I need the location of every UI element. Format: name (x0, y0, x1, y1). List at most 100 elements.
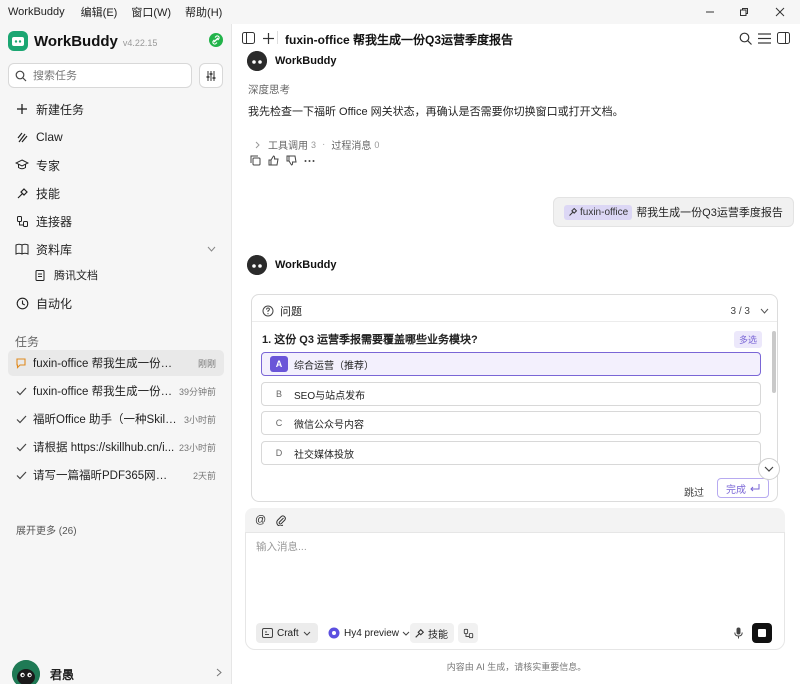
menu-window[interactable]: 窗口(W) (131, 4, 171, 20)
assistant-header: WorkBuddy (247, 51, 337, 71)
thumbs-down-icon[interactable] (286, 155, 297, 166)
nav-label: 专家 (36, 158, 61, 173)
skill-chip[interactable]: fuxin-office (564, 204, 633, 220)
minimize-button[interactable] (692, 0, 728, 24)
link-status-icon[interactable] (209, 33, 223, 47)
running-task-icon (14, 357, 28, 369)
tools-icon (569, 207, 578, 216)
filter-button[interactable] (199, 63, 223, 88)
separator-dot: · (322, 139, 326, 150)
task-title: 福昕Office 助手（一种Skill） (33, 414, 178, 426)
nav-tencent-docs[interactable]: 腾讯文档 (26, 263, 224, 287)
nav-library[interactable]: 资料库 (8, 237, 224, 261)
process-count: 0 (374, 139, 380, 150)
options-scrollbar[interactable] (772, 331, 776, 393)
plug-icon (463, 628, 473, 638)
message-input[interactable] (256, 539, 766, 619)
skip-button[interactable]: 跳过 (684, 484, 704, 499)
task-time: 2天前 (192, 470, 216, 481)
user-profile[interactable]: 君愚 (12, 659, 222, 684)
done-button[interactable]: 完成 (717, 478, 769, 498)
model-label: Hy4 preview (344, 627, 400, 639)
option-b[interactable]: B SEO与站点发布 (261, 382, 761, 406)
check-icon (14, 387, 28, 396)
graduation-cap-icon (14, 157, 30, 173)
scroll-to-bottom-button[interactable] (758, 458, 780, 480)
mention-icon[interactable]: @ (255, 514, 266, 526)
nav-label: 连接器 (36, 214, 73, 229)
nav-new-task[interactable]: 新建任务 (8, 97, 224, 121)
panel-icon[interactable] (774, 29, 792, 47)
brand-name: WorkBuddy (34, 32, 118, 50)
task-item[interactable]: 请写一篇福昕PDF365网站的A... 2天前 (8, 462, 224, 488)
nav-automation[interactable]: 自动化 (8, 291, 224, 315)
check-icon (14, 443, 28, 452)
sidebar-toggle-icon[interactable] (239, 29, 257, 47)
nav-expert[interactable]: 专家 (8, 153, 224, 177)
more-icon[interactable] (304, 155, 315, 166)
chevron-down-icon[interactable] (760, 308, 769, 314)
microphone-icon[interactable] (734, 627, 743, 642)
list-icon[interactable] (755, 29, 773, 47)
task-item[interactable]: 请根据 https://skillhub.cn/i... 23小时前 (8, 434, 224, 460)
question-header-label: 问题 (280, 306, 302, 318)
menu-help[interactable]: 帮助(H) (185, 4, 222, 20)
task-item[interactable]: fuxin-office 帮我生成一份Q3运营季度报告 39分钟前 (8, 378, 224, 404)
nav-connectors[interactable]: 连接器 (8, 209, 224, 233)
connector-button[interactable] (458, 623, 478, 643)
top-bar: fuxin-office 帮我生成一份Q3运营季度报告 (233, 24, 800, 52)
skill-chip-label: fuxin-office (580, 206, 629, 218)
menu-edit[interactable]: 编辑(E) (81, 4, 118, 20)
option-a[interactable]: A 综合运营（推荐） (261, 352, 761, 376)
option-c[interactable]: C 微信公众号内容 (261, 411, 761, 435)
plug-icon (14, 213, 30, 229)
task-search[interactable] (8, 63, 192, 88)
chevron-down-icon (764, 466, 774, 472)
option-d[interactable]: D 社交媒体投放 (261, 441, 761, 465)
thinking-label[interactable]: 深度思考 (248, 82, 290, 97)
model-select[interactable]: Hy4 preview (326, 623, 410, 643)
tasks-section-label: 任务 (15, 335, 40, 349)
title-bar: WorkBuddy 编辑(E) 窗口(W) 帮助(H) (0, 0, 800, 24)
attach-icon[interactable] (276, 514, 286, 526)
workbuddy-avatar (247, 255, 267, 275)
clock-icon (14, 295, 30, 311)
option-label: 社交媒体投放 (294, 449, 354, 461)
tool-summary[interactable]: 工具调用 3 · 过程消息 0 (255, 137, 379, 152)
task-item[interactable]: 福昕Office 助手（一种Skill） 3小时前 (8, 406, 224, 432)
stop-icon (758, 629, 766, 637)
task-item[interactable]: fuxin-office 帮我生成一份Q3运营季度报告 刚刚 (8, 350, 224, 376)
nav-label: 技能 (36, 186, 61, 201)
search-input[interactable] (33, 69, 173, 82)
nav-skills[interactable]: 技能 (8, 181, 224, 205)
craft-icon (262, 628, 273, 638)
nav-claw[interactable]: Claw (8, 125, 224, 149)
search-icon[interactable] (736, 29, 754, 47)
question-circle-icon (262, 305, 274, 317)
ai-disclaimer: 内容由 AI 生成，请核实重要信息。 (446, 662, 587, 672)
restore-button[interactable] (726, 0, 762, 24)
mode-select[interactable]: Craft (256, 623, 318, 643)
model-logo-icon (328, 627, 340, 639)
chevron-down-icon[interactable] (207, 246, 216, 252)
close-button[interactable] (762, 0, 798, 24)
assistant-name: WorkBuddy (275, 55, 337, 67)
new-chat-plus-icon[interactable] (259, 29, 277, 47)
nav-label: 自动化 (36, 296, 73, 311)
stop-button[interactable] (752, 623, 772, 643)
nav-label: 资料库 (36, 242, 73, 257)
task-time: 23小时前 (178, 442, 216, 453)
check-icon (14, 415, 28, 424)
workbuddy-logo-icon (8, 31, 28, 51)
copy-icon[interactable] (250, 155, 261, 166)
composer-toolbar: @ (245, 508, 785, 532)
question-count: 3 / 3 (730, 305, 750, 317)
show-more-link[interactable]: 展开更多 (26) (16, 522, 77, 537)
skills-button[interactable]: 技能 (410, 623, 454, 643)
enter-icon (750, 484, 760, 492)
option-letter: C (275, 418, 283, 428)
assistant-name: WorkBuddy (275, 259, 337, 271)
thumbs-up-icon[interactable] (268, 155, 279, 166)
option-label: 综合运营（推荐） (294, 360, 374, 372)
user-message: fuxin-office 帮我生成一份Q3运营季度报告 (553, 197, 794, 227)
